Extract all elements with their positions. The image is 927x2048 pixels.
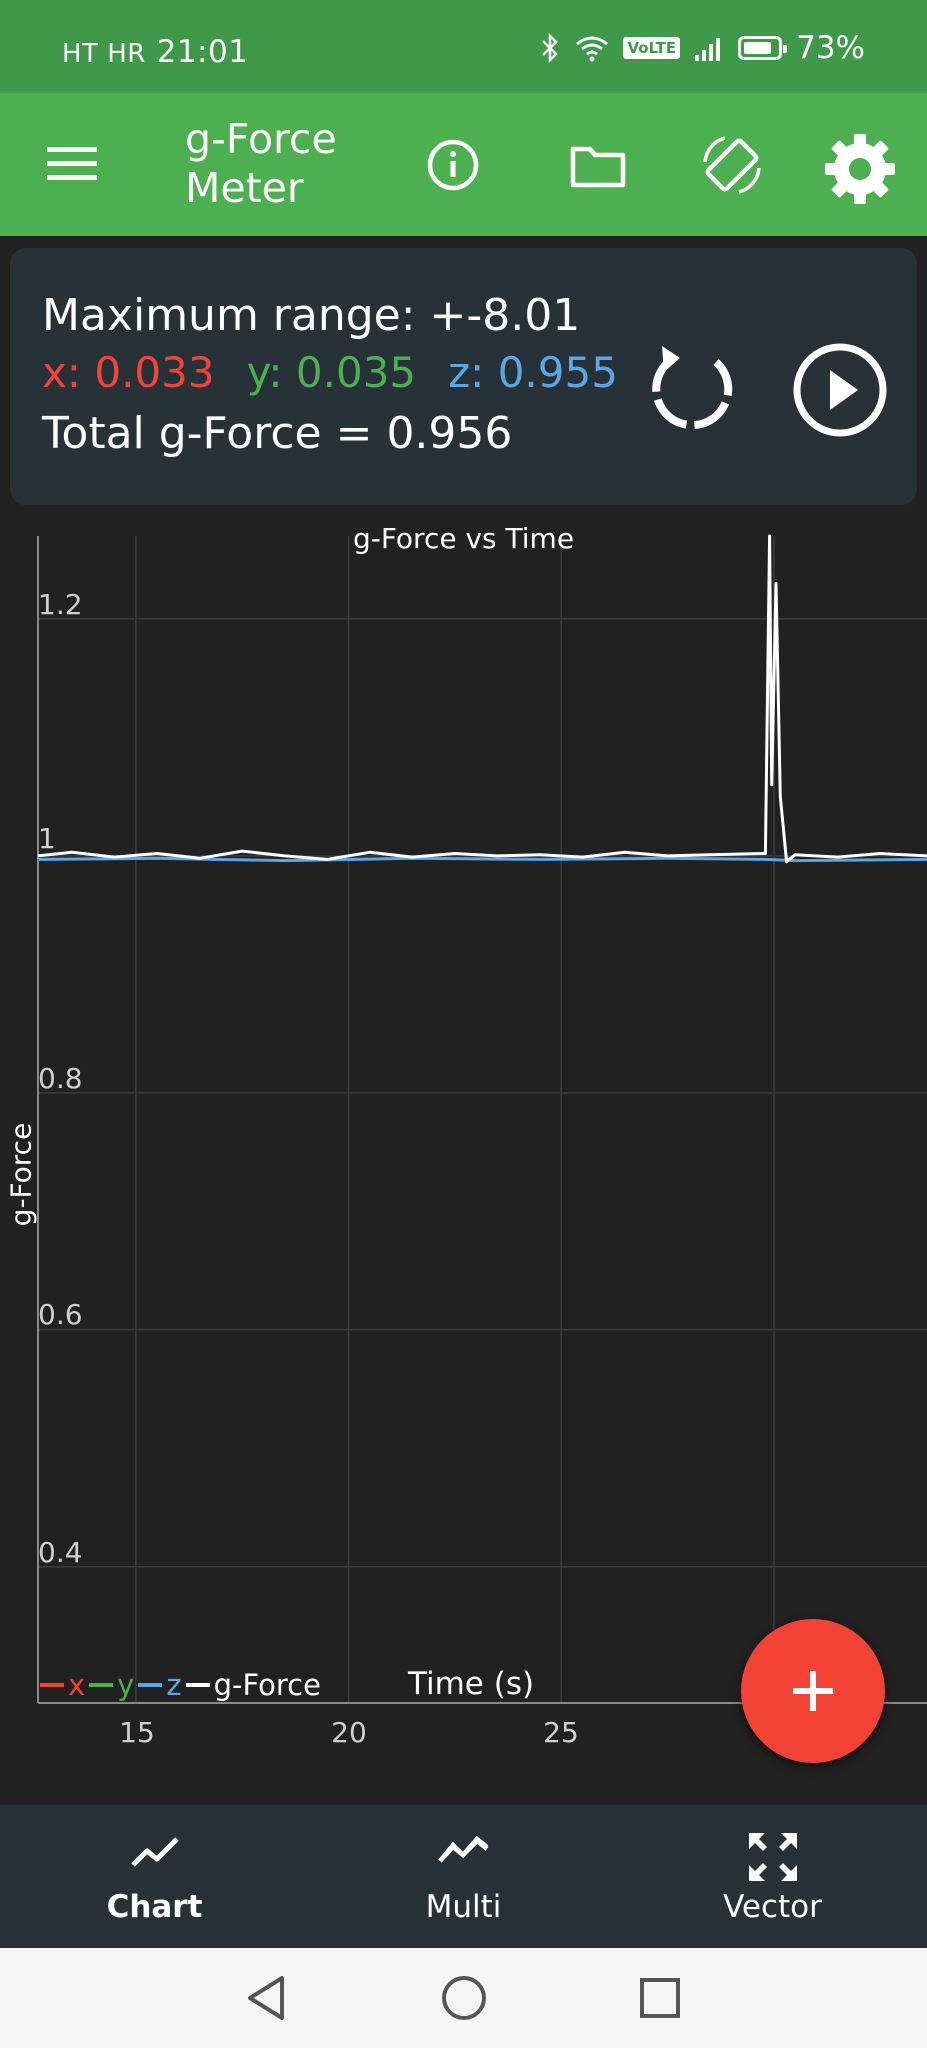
z-reading: z: 0.955 (448, 348, 618, 397)
legend-swatch-gforce (185, 1683, 210, 1687)
legend-label-gforce: g-Force (213, 1668, 321, 1702)
nav-vector-label: Vector (723, 1889, 822, 1925)
bottom-nav: Chart Multi Vector (0, 1805, 927, 1948)
series-line-z (37, 856, 927, 863)
y-tick-label: 1.2 (38, 588, 83, 621)
readings-panel: Maximum range: +-8.01 x: 0.033 y: 0.035 … (10, 248, 917, 505)
status-bar: HT HR 21:01 VoLTE 73% (0, 0, 927, 93)
bluetooth-icon (542, 33, 559, 63)
reset-icon (652, 346, 733, 430)
status-left: HT HR 21:01 (62, 34, 248, 70)
chart-legend: x y z g-Force (40, 1668, 325, 1702)
legend-label-y: y (117, 1668, 135, 1702)
nav-chart-label: Chart (106, 1889, 203, 1925)
screen-rotation-icon[interactable] (698, 131, 766, 199)
reset-button[interactable] (632, 330, 752, 450)
x-tick-label: 25 (543, 1716, 579, 1749)
x-axis-title: Time (s) (408, 1666, 535, 1702)
y-tick-label: 0.4 (38, 1536, 83, 1569)
status-right: VoLTE 73% (539, 30, 865, 66)
home-icon (442, 1976, 486, 2020)
app-title: g-Force Meter (185, 115, 337, 213)
legend-swatch-y (89, 1683, 114, 1687)
legend-swatch-z (138, 1683, 163, 1687)
plus-icon (793, 1671, 833, 1711)
system-nav-bar (0, 1948, 927, 2048)
volte-badge: VoLTE (623, 37, 681, 59)
carrier-label: HT HR (62, 39, 146, 69)
back-button[interactable] (238, 1970, 294, 2026)
chart-line-icon (130, 1837, 179, 1867)
y-tick-label: 0.8 (38, 1062, 83, 1095)
axis-readings: x: 0.033 y: 0.035 z: 0.955 (42, 348, 618, 397)
app-bar: g-Force Meter (0, 93, 927, 236)
multi-chart-icon (437, 1835, 488, 1863)
vector-expand-icon (748, 1833, 797, 1881)
settings-icon[interactable] (822, 131, 898, 207)
y-tick-label: 0.6 (38, 1298, 83, 1331)
x-reading: x: 0.033 (42, 348, 215, 397)
chart-title: g-Force vs Time (352, 522, 575, 555)
back-icon (248, 1976, 284, 2020)
battery-percent: 73% (796, 30, 865, 66)
max-range-text: Maximum range: +-8.01 (42, 290, 581, 341)
x-tick-label: 15 (119, 1716, 155, 1749)
wifi-icon (576, 36, 609, 62)
add-fab-button[interactable] (741, 1619, 885, 1763)
app-title-line2: Meter (185, 164, 304, 212)
gforce-chart[interactable] (0, 518, 927, 1805)
recents-button[interactable] (632, 1970, 688, 2026)
app-title-line1: g-Force (185, 115, 337, 163)
y-axis-title: g-Force (4, 1122, 38, 1227)
series-line-g-force (37, 534, 927, 864)
y-reading: y: 0.035 (246, 348, 417, 397)
battery-icon (738, 36, 788, 60)
play-icon (793, 343, 887, 437)
clock: 21:01 (156, 34, 249, 70)
y-tick-label: 1 (38, 822, 56, 855)
home-button[interactable] (436, 1970, 492, 2026)
x-tick-label: 20 (331, 1716, 367, 1749)
signal-icon (695, 38, 721, 61)
recents-icon (640, 1978, 680, 2018)
nav-chart[interactable]: Chart (0, 1805, 309, 1948)
nav-vector[interactable]: Vector (618, 1805, 927, 1948)
info-icon[interactable] (425, 137, 481, 193)
nav-multi[interactable]: Multi (309, 1805, 618, 1948)
menu-icon[interactable] (40, 139, 104, 189)
legend-swatch-x (40, 1683, 64, 1687)
folder-icon[interactable] (568, 137, 628, 193)
legend-label-z: z (166, 1668, 182, 1702)
total-gforce-text: Total g-Force = 0.956 (42, 408, 513, 459)
nav-multi-label: Multi (425, 1889, 502, 1925)
chart-area[interactable]: g-Force vs Time g-Force 1.2 1 0.8 0.6 0.… (0, 518, 927, 1805)
legend-label-x: x (68, 1668, 86, 1702)
play-button[interactable] (780, 330, 900, 450)
